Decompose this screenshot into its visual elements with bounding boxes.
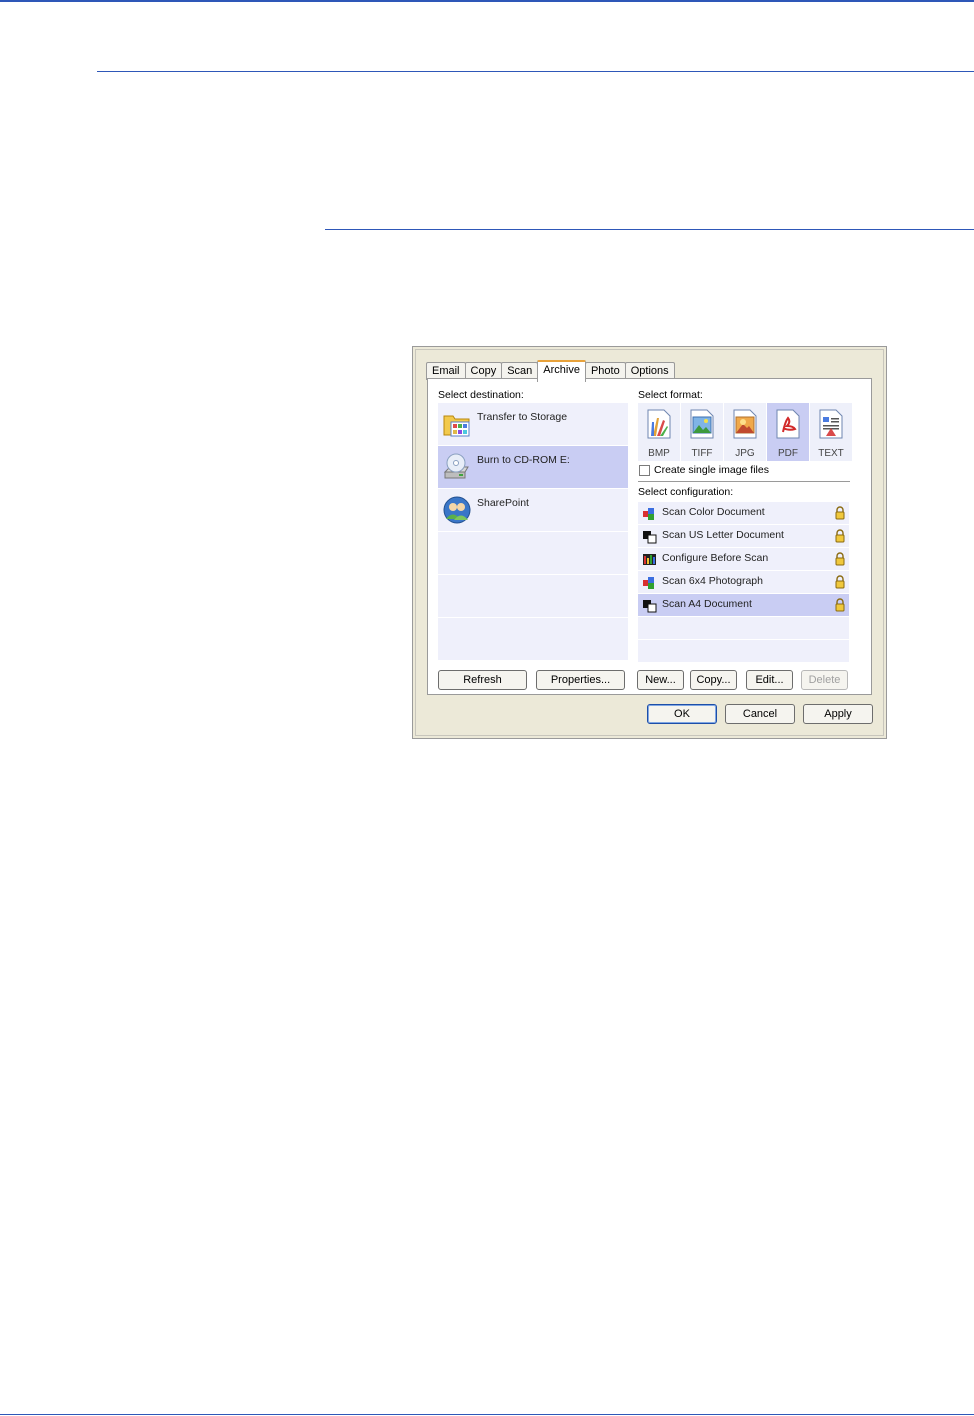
format-label: TEXT (818, 448, 844, 459)
section-rule (97, 71, 974, 72)
tab-archive[interactable]: Archive (537, 360, 586, 382)
new-configuration-button[interactable]: New... (637, 670, 684, 690)
configuration-label: Configure Before Scan (662, 552, 769, 564)
destination-empty-slot (438, 618, 628, 661)
destination-label: Burn to CD-ROM E: (477, 454, 570, 466)
configuration-item-scan-us-letter-document[interactable]: Scan US Letter Document (638, 525, 849, 548)
destination-empty-slot (438, 575, 628, 618)
format-label: PDF (778, 448, 798, 459)
format-text[interactable]: TEXT (810, 403, 852, 461)
pdf-icon (776, 409, 800, 439)
color-document-icon (643, 577, 654, 589)
format-tiff[interactable]: TIFF (681, 403, 723, 461)
lock-icon (835, 529, 845, 543)
configuration-label: Scan 6x4 Photograph (662, 575, 763, 587)
properties-button[interactable]: Properties... (536, 670, 625, 690)
color-document-icon (643, 508, 654, 520)
format-jpg[interactable]: JPG (724, 403, 766, 461)
configuration-label: Scan A4 Document (662, 598, 752, 610)
destination-item-transfer-to-storage[interactable]: Transfer to Storage (438, 403, 628, 446)
destination-label: SharePoint (477, 497, 529, 509)
create-single-image-files-label: Create single image files (654, 464, 769, 476)
destination-item-sharepoint[interactable]: SharePoint (438, 489, 628, 532)
lock-icon (835, 598, 845, 612)
format-list: BMP TIFF JPG PDF TEXT (638, 403, 853, 461)
bottom-rule (0, 1414, 974, 1415)
destination-item-burn-to-cd-rom[interactable]: Burn to CD-ROM E: (438, 446, 628, 489)
archive-tab-panel: Select destination: Transfer to Storage (427, 378, 872, 695)
destination-label: Transfer to Storage (477, 411, 568, 423)
configuration-empty-slot (638, 640, 849, 663)
configuration-item-configure-before-scan[interactable]: Configure Before Scan (638, 548, 849, 571)
select-destination-label: Select destination: (438, 389, 524, 401)
tab-strip: Email Copy Scan Archive Photo Options (426, 360, 675, 382)
cancel-button[interactable]: Cancel (725, 704, 795, 724)
lock-icon (835, 575, 845, 589)
top-rule (0, 0, 974, 2)
format-label: JPG (735, 448, 755, 459)
lock-icon (835, 506, 845, 520)
format-pdf[interactable]: PDF (767, 403, 809, 461)
format-label: BMP (648, 448, 670, 459)
configuration-empty-slot (638, 617, 849, 640)
archive-settings-dialog: Email Copy Scan Archive Photo Options Se… (412, 346, 887, 739)
bw-document-icon (643, 600, 657, 613)
delete-configuration-button[interactable]: Delete (801, 670, 848, 690)
bmp-icon (647, 409, 671, 439)
bw-document-icon (643, 531, 657, 544)
configuration-list: Scan Color Document Scan US Letter Docum… (638, 502, 849, 663)
select-configuration-label: Select configuration: (638, 486, 734, 498)
format-bmp[interactable]: BMP (638, 403, 680, 461)
configuration-item-scan-a4-document[interactable]: Scan A4 Document (638, 594, 849, 617)
separator (638, 481, 850, 482)
configuration-label: Scan US Letter Document (662, 529, 784, 541)
configuration-item-scan-6x4-photograph[interactable]: Scan 6x4 Photograph (638, 571, 849, 594)
destination-list: Transfer to Storage Burn to CD-ROM E: Sh… (438, 403, 628, 661)
folder-icon (443, 415, 470, 437)
jpg-icon (733, 409, 757, 439)
copy-configuration-button[interactable]: Copy... (690, 670, 737, 690)
lock-icon (835, 552, 845, 566)
format-label: TIFF (691, 448, 713, 459)
select-format-label: Select format: (638, 389, 703, 401)
sharepoint-icon (443, 496, 471, 524)
destination-empty-slot (438, 532, 628, 575)
configuration-item-scan-color-document[interactable]: Scan Color Document (638, 502, 849, 525)
create-single-image-files-checkbox[interactable] (639, 465, 650, 476)
configuration-label: Scan Color Document (662, 506, 765, 518)
edit-configuration-button[interactable]: Edit... (746, 670, 793, 690)
ok-button[interactable]: OK (647, 704, 717, 724)
text-icon (819, 409, 843, 439)
refresh-button[interactable]: Refresh (438, 670, 527, 690)
subsection-rule (325, 229, 974, 230)
tiff-icon (690, 409, 714, 439)
configure-icon (643, 554, 656, 565)
apply-button[interactable]: Apply (803, 704, 873, 724)
cd-drive-icon (443, 453, 469, 479)
